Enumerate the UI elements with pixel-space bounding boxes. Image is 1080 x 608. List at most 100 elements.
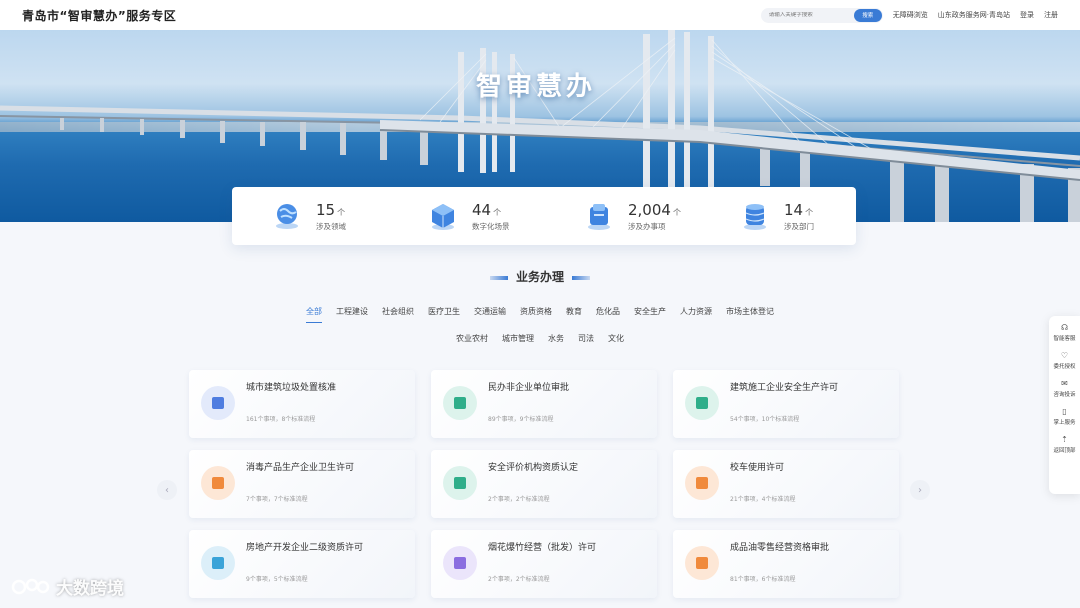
service-card[interactable]: 房地产开发企业二级资质许可 9个事项，5个标准流程 bbox=[189, 530, 415, 598]
stat-label: 涉及领域 bbox=[316, 222, 346, 231]
category-tab[interactable]: 资质资格 bbox=[520, 306, 552, 323]
service-card[interactable]: 消毒产品生产企业卫生许可 7个事项，7个标准流程 bbox=[189, 450, 415, 518]
search-box: 搜索 bbox=[760, 7, 883, 23]
floating-toolbar: ☊ 智能客服 ♡ 委托授权 ✉ 咨询投诉 ▯ 掌上服务 ⇡ 返回顶部 bbox=[1049, 316, 1080, 494]
service-title[interactable]: 建筑施工企业安全生产许可 bbox=[730, 380, 889, 393]
service-card[interactable]: 安全评价机构资质认定 2个事项，2个标准流程 bbox=[431, 450, 657, 518]
service-meta: 9个事项，5个标准流程 bbox=[246, 576, 308, 583]
title-decoration bbox=[572, 275, 590, 280]
service-card[interactable]: 城市建筑垃圾处置核准 161个事项，8个标准流程 bbox=[189, 370, 415, 438]
service-glyph-icon bbox=[212, 557, 224, 569]
service-meta: 7个事项，7个标准流程 bbox=[246, 496, 308, 503]
service-icon bbox=[201, 546, 235, 580]
banner-title: 智审慧办 bbox=[476, 72, 597, 102]
service-meta: 21个事项，4个标准流程 bbox=[730, 496, 796, 503]
category-tab[interactable]: 司法 bbox=[578, 333, 594, 349]
stat-value: 44 bbox=[472, 201, 492, 219]
service-meta: 161个事项，8个标准流程 bbox=[246, 416, 316, 423]
service-icon bbox=[201, 466, 235, 500]
heart-icon: ♡ bbox=[1060, 351, 1069, 360]
category-tab[interactable]: 水务 bbox=[548, 333, 564, 349]
float-item-arrow-up[interactable]: ⇡ 返回顶部 bbox=[1053, 435, 1076, 455]
search-input[interactable] bbox=[760, 12, 854, 18]
category-tab[interactable]: 社会组织 bbox=[382, 306, 414, 323]
portal-link[interactable]: 山东政务服务网·青岛站 bbox=[938, 10, 1010, 20]
service-title[interactable]: 民办非企业单位审批 bbox=[488, 380, 647, 393]
section-title: 业务办理 bbox=[0, 268, 1080, 285]
service-card[interactable]: 校车使用许可 21个事项，4个标准流程 bbox=[673, 450, 899, 518]
service-title[interactable]: 房地产开发企业二级资质许可 bbox=[246, 540, 405, 553]
mail-icon: ✉ bbox=[1061, 379, 1068, 388]
watermark: 大数跨境 bbox=[10, 574, 124, 599]
service-title[interactable]: 烟花爆竹经营（批发）许可 bbox=[488, 540, 647, 553]
service-title[interactable]: 消毒产品生产企业卫生许可 bbox=[246, 460, 405, 473]
top-bar: 青岛市“智审慧办”服务专区 搜索 无障碍浏览 山东政务服务网·青岛站 登录 注册 bbox=[0, 0, 1080, 30]
service-glyph-icon bbox=[454, 477, 466, 489]
float-item-mail[interactable]: ✉ 咨询投诉 bbox=[1053, 379, 1076, 399]
folder-icon bbox=[584, 201, 614, 231]
category-tab[interactable]: 农业农村 bbox=[456, 333, 488, 349]
service-icon bbox=[201, 386, 235, 420]
float-item-phone[interactable]: ▯ 掌上服务 bbox=[1053, 407, 1075, 427]
category-tab[interactable]: 工程建设 bbox=[336, 306, 368, 323]
category-tab[interactable]: 医疗卫生 bbox=[428, 306, 460, 323]
service-glyph-icon bbox=[212, 397, 224, 409]
arrow-up-icon: ⇡ bbox=[1061, 435, 1068, 444]
stat-unit: 个 bbox=[493, 208, 502, 217]
category-tab[interactable]: 危化品 bbox=[596, 306, 620, 323]
phone-icon: ▯ bbox=[1062, 407, 1067, 416]
accessibility-link[interactable]: 无障碍浏览 bbox=[893, 10, 928, 20]
service-icon bbox=[685, 466, 719, 500]
next-arrow-icon[interactable]: › bbox=[910, 480, 930, 500]
category-tab[interactable]: 城市管理 bbox=[502, 333, 534, 349]
service-card[interactable]: 烟花爆竹经营（批发）许可 2个事项，2个标准流程 bbox=[431, 530, 657, 598]
float-item-label: 咨询投诉 bbox=[1053, 392, 1076, 398]
service-glyph-icon bbox=[454, 557, 466, 569]
service-card[interactable]: 建筑施工企业安全生产许可 54个事项，10个标准流程 bbox=[673, 370, 899, 438]
stat-label: 涉及部门 bbox=[784, 222, 814, 231]
service-glyph-icon bbox=[696, 557, 708, 569]
stat-value: 2,004 bbox=[628, 201, 671, 219]
service-meta: 2个事项，2个标准流程 bbox=[488, 576, 550, 583]
search-button[interactable]: 搜索 bbox=[853, 8, 882, 22]
category-tab[interactable]: 全部 bbox=[306, 306, 322, 323]
category-tabs: 农业农村 城市管理 水务 司法 文化 bbox=[0, 333, 1080, 349]
category-tab[interactable]: 安全生产 bbox=[634, 306, 666, 323]
service-title[interactable]: 成品油零售经营资格审批 bbox=[730, 540, 889, 553]
site-title[interactable]: 青岛市“智审慧办”服务专区 bbox=[22, 7, 176, 24]
service-icon bbox=[685, 386, 719, 420]
float-item-headset[interactable]: ☊ 智能客服 bbox=[1053, 324, 1076, 343]
service-icon bbox=[443, 466, 477, 500]
service-glyph-icon bbox=[454, 397, 466, 409]
register-link[interactable]: 注册 bbox=[1044, 10, 1058, 20]
category-tab[interactable]: 文化 bbox=[608, 333, 624, 349]
category-tab[interactable]: 交通运输 bbox=[474, 306, 506, 323]
globe-icon bbox=[272, 201, 302, 231]
stat-scenarios: 44 个 数字化场景 bbox=[388, 200, 544, 232]
service-card-grid: 城市建筑垃圾处置核准 161个事项，8个标准流程 民办非企业单位审批 89个事项，9个… bbox=[189, 370, 899, 598]
stats-panel: 15 个 涉及领域 44 个 数字化场景 2,004 个 涉及办事项 14 个 … bbox=[232, 187, 856, 245]
service-meta: 2个事项，2个标准流程 bbox=[488, 496, 550, 503]
float-item-heart[interactable]: ♡ 委托授权 bbox=[1053, 351, 1076, 371]
top-right-nav: 搜索 无障碍浏览 山东政务服务网·青岛站 登录 注册 bbox=[760, 7, 1058, 23]
service-meta: 54个事项，10个标准流程 bbox=[730, 416, 800, 423]
stat-departments: 14 个 涉及部门 bbox=[700, 200, 856, 232]
title-decoration bbox=[489, 275, 508, 280]
stat-items: 2,004 个 涉及办事项 bbox=[544, 200, 700, 232]
service-title[interactable]: 校车使用许可 bbox=[730, 460, 889, 473]
category-tabs: 全部 工程建设 社会组织 医疗卫生 交通运输 资质资格 教育 危化品 安全生产 人力资源 市场主体登… bbox=[0, 306, 1080, 323]
category-tab[interactable]: 市场主体登记 bbox=[726, 306, 774, 323]
service-title[interactable]: 安全评价机构资质认定 bbox=[488, 460, 647, 473]
category-tab[interactable]: 教育 bbox=[566, 306, 582, 323]
service-card[interactable]: 成品油零售经营资格审批 81个事项，6个标准流程 bbox=[673, 530, 899, 598]
service-title[interactable]: 城市建筑垃圾处置核准 bbox=[246, 380, 405, 393]
login-link[interactable]: 登录 bbox=[1020, 10, 1034, 20]
float-item-label: 返回顶部 bbox=[1053, 448, 1076, 454]
category-tab[interactable]: 人力资源 bbox=[680, 306, 712, 323]
stat-unit: 个 bbox=[672, 208, 681, 217]
service-card[interactable]: 民办非企业单位审批 89个事项，9个标准流程 bbox=[431, 370, 657, 438]
prev-arrow-icon[interactable]: ‹ bbox=[157, 480, 177, 500]
float-item-label: 智能客服 bbox=[1053, 336, 1076, 342]
float-item-label: 委托授权 bbox=[1053, 364, 1076, 370]
stat-value: 15 bbox=[316, 201, 336, 219]
